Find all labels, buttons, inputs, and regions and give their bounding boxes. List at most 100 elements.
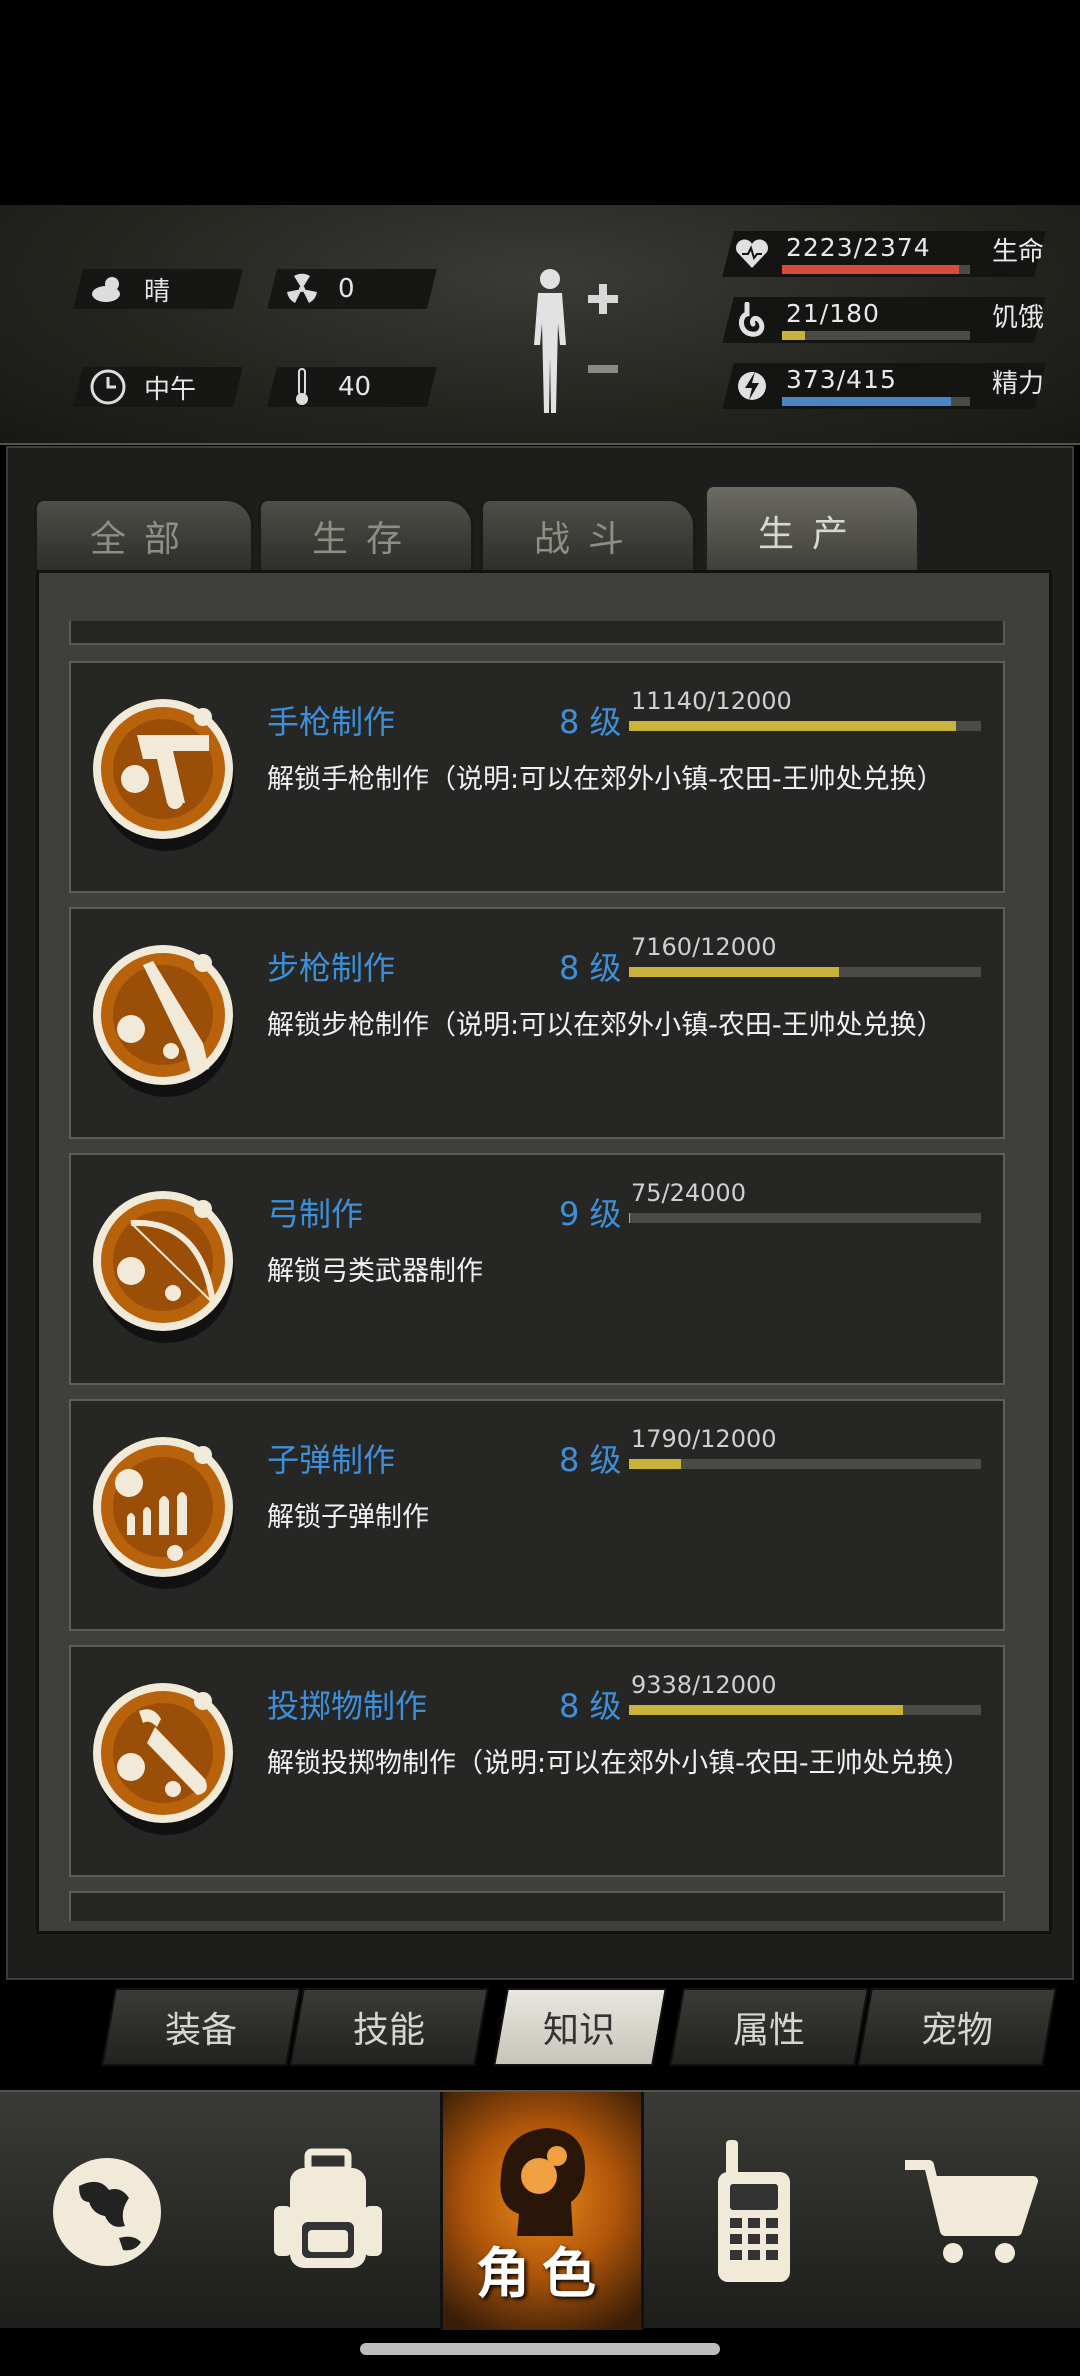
skill-name: 手枪制作 [267,703,396,741]
cloud-sun-icon [86,267,130,311]
time-indicator: 中午 [86,367,196,407]
radio-icon [718,2140,790,2282]
grenade-icon [91,1671,241,1841]
skill-progress-bar [629,721,981,731]
tab-survival[interactable]: 生存 [258,498,474,570]
lightning-icon [732,364,772,408]
skill-progress-text: 75/24000 [631,1179,746,1207]
skill-level: 8 级 [559,1687,622,1725]
health-label: 生命 [992,237,1045,267]
subtab-skills-label: 技能 [352,2010,425,2051]
heart-icon [732,232,772,276]
skill-progress-text: 7160/12000 [631,933,777,961]
subtab-attributes-label: 属性 [732,2010,805,2051]
hunger-stat: 21/180 饥饿 [720,297,1060,343]
skill-description: 解锁投掷物制作（说明:可以在郊外小镇-农田-王帅处兑换） [267,1748,971,1779]
nav-shop-button[interactable] [862,2092,1080,2330]
bottom-navigation: 角色 [0,2090,1080,2330]
skill-description: 解锁弓类武器制作 [267,1256,483,1287]
minus-icon [588,365,618,373]
hunger-bar-fill [782,331,805,340]
bow-icon [91,1179,241,1349]
body-status-figure[interactable] [520,265,630,415]
home-indicator[interactable] [360,2343,720,2355]
human-body-icon [534,269,566,413]
skill-name: 弓制作 [267,1195,364,1233]
backpack-icon [274,2148,382,2268]
plus-icon [588,284,618,314]
energy-stat: 373/415 精力 [720,363,1060,409]
nav-map-button[interactable] [0,2092,218,2330]
list-item[interactable]: 手枪制作 8 级 11140/12000 解锁手枪制作（说明:可以在郊外小镇-农… [69,661,1005,893]
list-item-partial-bottom [69,1891,1005,1921]
skill-name: 子弹制作 [267,1441,396,1479]
skill-progress-text: 11140/12000 [631,687,792,715]
skill-level: 8 级 [559,1441,622,1479]
nav-radio-button[interactable] [646,2092,862,2330]
hunger-value: 21/180 [786,299,880,328]
list-item[interactable]: 弓制作 9 级 75/24000 解锁弓类武器制作 [69,1153,1005,1385]
bullets-icon [91,1425,241,1595]
skill-name: 投掷物制作 [267,1687,428,1725]
radiation-icon [280,267,324,311]
skill-level: 8 级 [559,949,622,987]
skill-list-frame: 手枪制作 8 级 11140/12000 解锁手枪制作（说明:可以在郊外小镇-农… [36,570,1052,1934]
weather-indicator: 晴 [86,269,170,309]
health-bar-fill [782,265,959,274]
status-panel: 晴 0 中午 40 2223/2374 生命 21/180 饥饿 373/415… [0,205,1080,445]
temperature-indicator: 40 [280,367,371,407]
radiation-indicator: 0 [280,269,355,309]
skill-level: 8 级 [559,703,622,741]
skill-list[interactable]: 手枪制作 8 级 11140/12000 解锁手枪制作（说明:可以在郊外小镇-农… [69,621,1005,1921]
character-subtabs: 装备 技能 知识 属性 宠物 [101,1988,1058,2068]
tab-production[interactable]: 生产 [704,484,920,574]
tab-all[interactable]: 全部 [34,498,254,570]
skill-progress-bar [629,967,981,977]
skill-level: 9 级 [559,1195,622,1233]
skill-name: 步枪制作 [267,949,396,987]
nav-character-label: 角色 [476,2242,608,2305]
knowledge-panel: 全部 生存 战斗 生产 手枪制作 8 级 11140/12000 解锁手枪制作（… [6,446,1074,1980]
health-value: 2223/2374 [786,233,931,262]
skill-progress-fill [629,1705,903,1715]
tab-all-label: 全部 [89,518,198,560]
radiation-value: 0 [338,274,355,304]
pistol-icon [91,687,241,857]
energy-value: 373/415 [786,365,897,394]
globe-icon [53,2158,161,2266]
skill-progress-fill [629,721,956,731]
tab-production-label: 生产 [757,513,866,555]
skill-progress-bar [629,1213,981,1223]
skill-progress-fill [629,1213,631,1223]
nav-backpack-button[interactable] [218,2092,438,2330]
skill-description: 解锁手枪制作（说明:可以在郊外小镇-农田-王帅处兑换） [267,764,944,795]
subtab-knowledge-label: 知识 [542,2010,615,2051]
stomach-icon [732,298,772,342]
skill-progress-text: 1790/12000 [631,1425,777,1453]
list-item[interactable]: 子弹制作 8 级 1790/12000 解锁子弹制作 [69,1399,1005,1631]
list-item[interactable]: 投掷物制作 8 级 9338/12000 解锁投掷物制作（说明:可以在郊外小镇-… [69,1645,1005,1877]
energy-bar-fill [782,397,952,406]
skill-description: 解锁子弹制作 [267,1502,429,1533]
subtab-pets-label: 宠物 [920,2010,993,2051]
hunger-label: 饥饿 [992,303,1045,333]
rifle-icon [91,933,241,1103]
list-item-partial-top [69,621,1005,645]
energy-label: 精力 [992,369,1045,399]
tab-survival-label: 生存 [311,518,420,560]
clock-icon [86,365,130,409]
list-item[interactable]: 步枪制作 8 级 7160/12000 解锁步枪制作（说明:可以在郊外小镇-农田… [69,907,1005,1139]
weather-text: 晴 [144,276,171,307]
tab-combat-label: 战斗 [533,518,642,560]
temperature-value: 40 [338,372,372,402]
skill-progress-bar [629,1459,981,1469]
tab-combat[interactable]: 战斗 [480,498,696,570]
skill-progress-fill [629,967,840,977]
skill-description: 解锁步枪制作（说明:可以在郊外小镇-农田-王帅处兑换） [267,1010,944,1041]
nav-character-button[interactable]: 角色 [440,2092,644,2330]
time-text: 中午 [144,374,197,405]
cart-icon [905,2160,1038,2263]
subtab-equipment-label: 装备 [164,2010,237,2051]
health-stat: 2223/2374 生命 [720,231,1060,277]
thermometer-icon [280,365,324,409]
